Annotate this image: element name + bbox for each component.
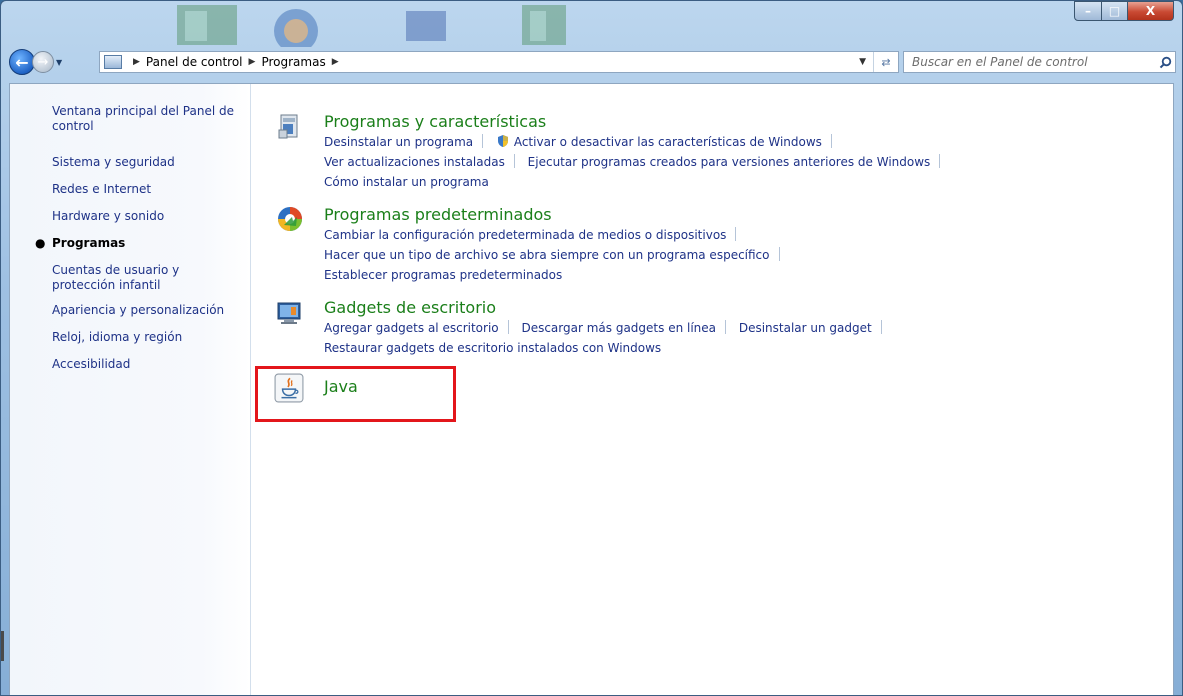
sidebar-item-accessibility[interactable]: Accesibilidad [52,357,247,372]
category-links: Cambiar la configuración predeterminada … [324,225,789,285]
link-separator [725,320,727,334]
uac-shield-icon [498,135,508,147]
breadcrumb-control-panel[interactable]: Panel de control [146,55,243,69]
sidebar-item-user-accounts[interactable]: Cuentas de usuario y protección infantil [52,263,212,293]
category-links: Desinstalar un programa Activar o desact… [324,132,949,192]
set-default-programs-link[interactable]: Establecer programas predeterminados [324,268,562,282]
titlebar-reflection-icon [177,5,237,45]
breadcrumb-arrow-icon[interactable]: ▶ [133,57,140,67]
titlebar-reflection-icon [406,11,446,41]
arrow-left-icon: ← [15,52,29,72]
address-dropdown-icon[interactable]: ▼ [852,57,873,67]
sidebar-item-clock-language[interactable]: Reloj, idioma y región [52,330,247,345]
breadcrumb-arrow-icon[interactable]: ▶ [332,57,339,67]
category-title[interactable]: Gadgets de escritorio [324,298,496,317]
media-autoplay-link[interactable]: Cambiar la configuración predeterminada … [324,228,726,242]
sidebar-item-programs[interactable]: ● Programas [35,236,247,251]
sidebar-item-system-security[interactable]: Sistema y seguridad [52,155,247,170]
category-title[interactable]: Programas y características [324,112,546,131]
link-separator [482,134,484,148]
highlight-box [255,366,456,422]
breadcrumb-programs[interactable]: Programas [261,55,325,69]
default-programs-icon[interactable] [276,205,304,233]
content-area: Ventana principal del Panel de control S… [9,83,1174,695]
uninstall-gadget-link[interactable]: Desinstalar un gadget [739,321,872,335]
link-separator [830,134,832,148]
titlebar[interactable]: – □ X [1,1,1182,47]
search-box[interactable] [903,51,1176,73]
windows-features-link[interactable]: Activar o desactivar las características… [514,135,822,149]
recent-pages-dropdown[interactable]: ▼ [56,58,66,67]
refresh-icon: ⇄ [881,55,891,69]
link-separator [507,320,509,334]
sidebar-item-network-internet[interactable]: Redes e Internet [52,182,247,197]
file-association-link[interactable]: Hacer que un tipo de archivo se abra sie… [324,248,770,262]
minimize-button[interactable]: – [1074,1,1102,21]
refresh-button[interactable]: ⇄ [873,52,898,72]
window-frame: – □ X ← → ▼ ▶ Panel de control ▶ Program… [0,0,1183,696]
titlebar-reflection-icon [522,5,566,45]
address-actions: ▼ ⇄ [852,52,898,72]
maximize-button[interactable]: □ [1102,1,1128,21]
sidebar-item-hardware-sound[interactable]: Hardware y sonido [52,209,247,224]
window-edge [1,631,4,661]
current-page-bullet-icon: ● [35,236,46,250]
category-title[interactable]: Programas predeterminados [324,205,552,224]
desktop-gadgets-icon[interactable] [276,298,304,326]
link-separator [513,154,515,168]
search-input[interactable] [904,54,1155,70]
arrow-right-icon: → [37,54,49,70]
navigation-bar: ← → ▼ ▶ Panel de control ▶ Programas ▶ ▼… [9,48,1176,76]
address-bar[interactable]: ▶ Panel de control ▶ Programas ▶ ▼ ⇄ [99,51,899,73]
add-gadgets-link[interactable]: Agregar gadgets al escritorio [324,321,499,335]
window-controls: – □ X [1074,1,1174,21]
uninstall-program-link[interactable]: Desinstalar un programa [324,135,473,149]
restore-gadgets-link[interactable]: Restaurar gadgets de escritorio instalad… [324,341,661,355]
close-button[interactable]: X [1128,1,1174,21]
search-icon[interactable] [1155,56,1175,69]
chevron-down-icon: ▼ [56,57,63,67]
link-separator [778,247,780,261]
breadcrumb-arrow-icon[interactable]: ▶ [249,57,256,67]
link-separator [735,227,737,241]
control-panel-icon [104,55,122,69]
compatibility-link[interactable]: Ejecutar programas creados para versione… [528,155,931,169]
titlebar-reflection-icon [274,9,318,47]
programs-features-icon[interactable] [276,112,304,140]
sidebar-item-control-panel-home[interactable]: Ventana principal del Panel de control [52,104,247,134]
download-gadgets-link[interactable]: Descargar más gadgets en línea [521,321,716,335]
sidebar: Ventana principal del Panel de control S… [10,84,251,695]
link-separator [939,154,941,168]
category-links: Agregar gadgets al escritorio Descargar … [324,318,891,358]
how-to-install-link[interactable]: Cómo instalar un programa [324,175,489,189]
forward-button[interactable]: → [32,51,54,73]
sidebar-item-appearance[interactable]: Apariencia y personalización [52,303,247,318]
installed-updates-link[interactable]: Ver actualizaciones instaladas [324,155,505,169]
link-separator [880,320,882,334]
